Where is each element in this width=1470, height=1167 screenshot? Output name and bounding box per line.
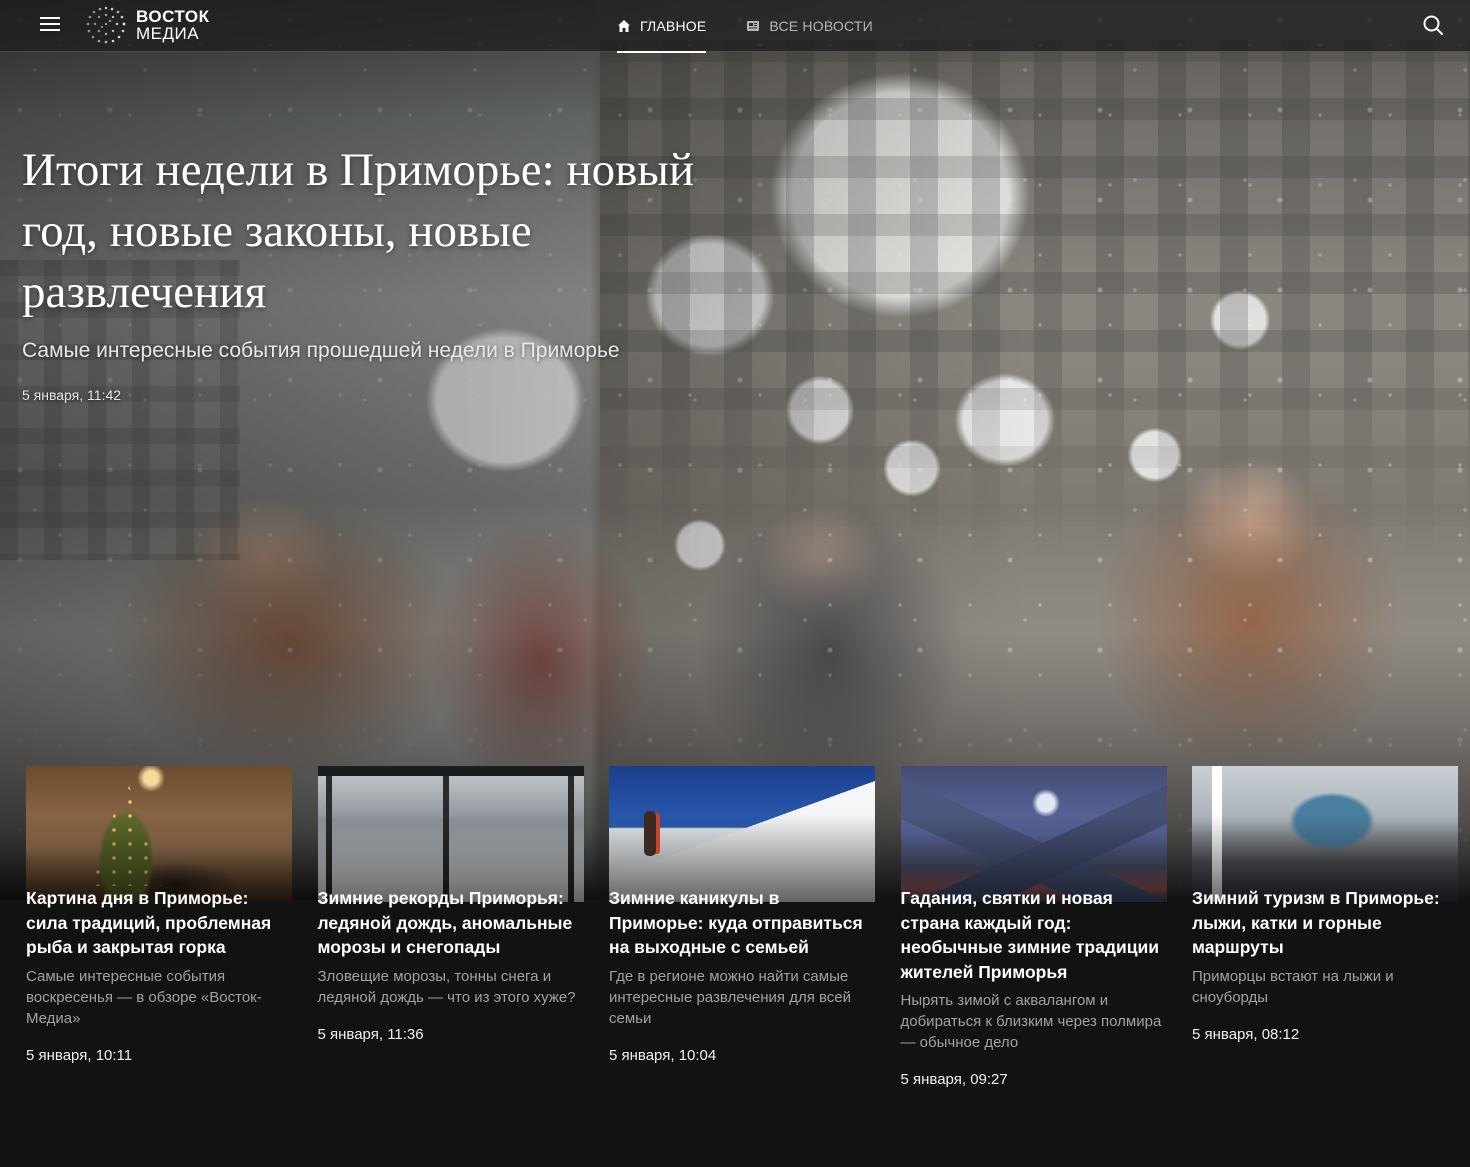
hero-text-block: Итоги недели в Приморье: новый год, новы…: [22, 140, 722, 403]
news-card[interactable]: Зимний туризм в Приморье: лыжи, катки и …: [1192, 766, 1458, 1088]
newspaper-icon: [746, 19, 760, 33]
news-card-title[interactable]: Гадания, святки и новая страна каждый го…: [901, 886, 1167, 984]
news-cards: Картина дня в Приморье: сила традиций, п…: [26, 766, 1458, 1088]
news-card[interactable]: Зимние рекорды Приморья: ледяной дождь, …: [317, 766, 584, 1088]
news-card-date: 5 января, 08:12: [1192, 1025, 1300, 1043]
news-card-date: 5 января, 10:04: [609, 1046, 717, 1064]
logo-text-line1: ВОСТОК: [136, 7, 210, 26]
logo-text-line2: МЕДИА: [136, 24, 200, 43]
news-card-image[interactable]: [1192, 766, 1458, 902]
logo-dots-icon: [86, 6, 126, 44]
hero-title[interactable]: Итоги недели в Приморье: новый год, новы…: [22, 140, 722, 323]
news-card-date: 5 января, 09:27: [900, 1071, 1008, 1088]
main-nav: ГЛАВНОЕ ВСЕ НОВОСТИ: [617, 0, 913, 53]
nav-item-all-news[interactable]: ВСЕ НОВОСТИ: [746, 0, 873, 52]
news-card[interactable]: Картина дня в Приморье: сила традиций, п…: [26, 766, 292, 1088]
news-card-title[interactable]: Зимние каникулы в Приморье: куда отправи…: [609, 886, 875, 960]
news-card[interactable]: Гадания, святки и новая страна каждый го…: [900, 766, 1167, 1088]
news-card-date: 5 января, 10:11: [26, 1046, 133, 1064]
news-card[interactable]: Зимние каникулы в Приморье: куда отправи…: [609, 766, 875, 1088]
nav-item-main[interactable]: ГЛАВНОЕ: [617, 0, 707, 53]
logo[interactable]: ВОСТОК МЕДИА: [84, 4, 210, 46]
hero-banner[interactable]: Итоги недели в Приморье: новый год, новы…: [0, 0, 1470, 900]
news-card-title[interactable]: Зимние рекорды Приморья: ледяной дождь, …: [318, 886, 584, 960]
news-card-image[interactable]: [317, 766, 584, 902]
nav-item-main-label: ГЛАВНОЕ: [640, 18, 707, 34]
news-card-title[interactable]: Картина дня в Приморье: сила традиций, п…: [26, 886, 292, 960]
hero-date: 5 января, 11:42: [22, 387, 122, 403]
news-card-description: Где в регионе можно найти самые интересн…: [609, 967, 852, 1027]
menu-icon[interactable]: [40, 14, 62, 36]
hero-image-overlay: [0, 0, 1470, 900]
news-card-date: 5 января, 11:36: [317, 1025, 424, 1043]
home-icon: [617, 19, 631, 33]
site-header: ВОСТОК МЕДИА ГЛАВНОЕ ВСЕ НОВОСТИ: [0, 0, 1470, 53]
news-card-image[interactable]: [900, 766, 1167, 902]
news-card-image[interactable]: [26, 766, 292, 902]
news-card-description: Приморцы встают на лыжи и сноуборды: [1192, 967, 1394, 1006]
news-card-image[interactable]: [609, 766, 875, 902]
news-card-title[interactable]: Зимний туризм в Приморье: лыжи, катки и …: [1192, 886, 1458, 960]
nav-item-all-news-label: ВСЕ НОВОСТИ: [769, 18, 873, 34]
search-icon[interactable]: [1422, 14, 1444, 36]
news-card-description: Зловещие морозы, тонны снега и ледяной д…: [317, 967, 576, 1006]
hero-subtitle: Самые интересные события прошедшей недел…: [22, 339, 620, 362]
news-card-description: Самые интересные события воскресенья — в…: [26, 967, 262, 1027]
news-card-description: Нырять зимой с аквалангом и добираться к…: [900, 992, 1162, 1051]
